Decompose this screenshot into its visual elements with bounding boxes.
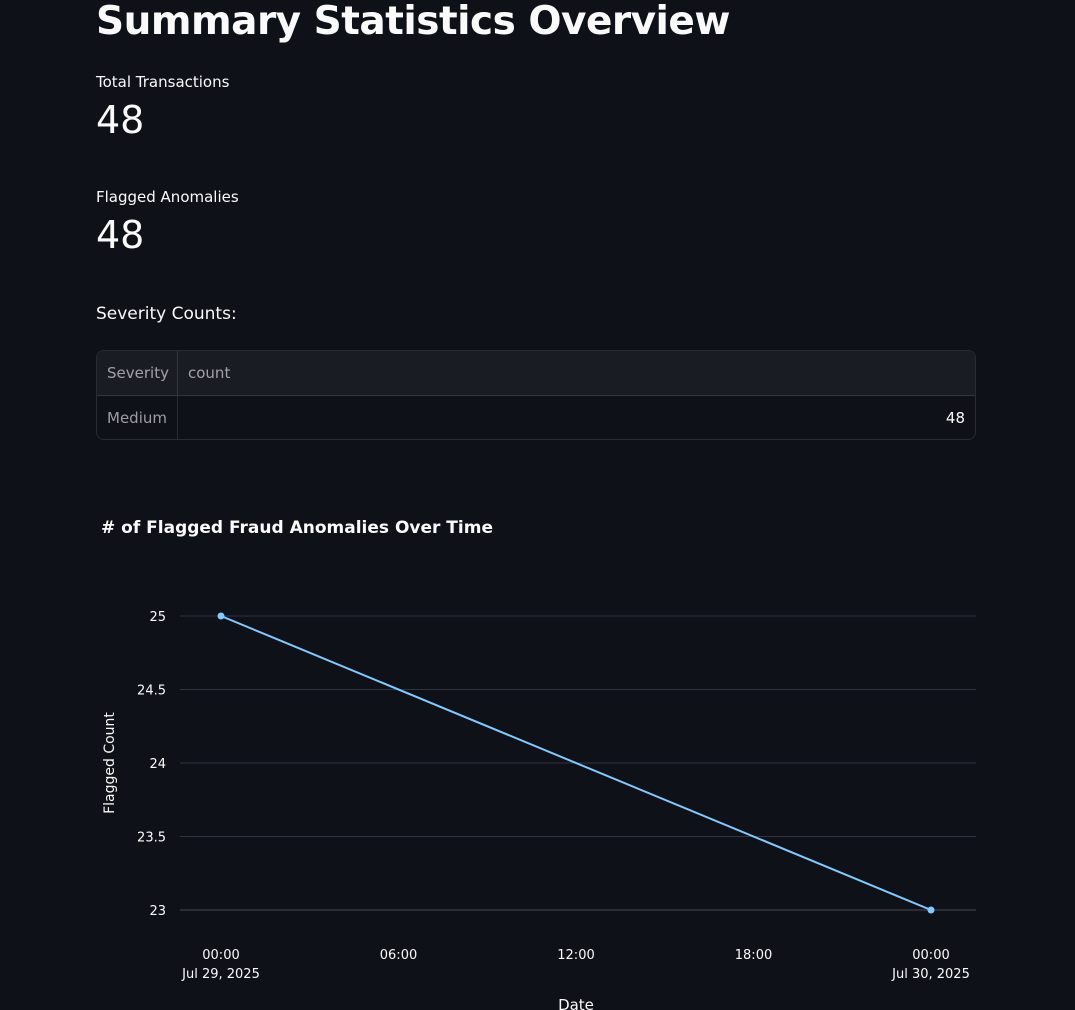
severity-counts-label: Severity Counts: (96, 304, 237, 324)
app-page: Summary Statistics Overview Total Transa… (0, 0, 1075, 1010)
flagged-anomalies-chart[interactable]: # of Flagged Fraud Anomalies Over Time 2… (96, 505, 996, 1010)
y-tick-label: 24.5 (137, 684, 166, 699)
y-tick-label: 24 (149, 757, 166, 772)
metric-total-transactions: Total Transactions 48 (96, 72, 229, 144)
y-tick-label: 25 (149, 610, 166, 625)
row-index-cell[interactable]: Medium (97, 396, 178, 439)
table-row: Medium 48 (97, 396, 975, 439)
table-header-row: Severity count (97, 351, 975, 396)
y-tick-label: 23 (149, 904, 166, 919)
severity-table[interactable]: Severity count Medium 48 (96, 350, 976, 440)
x-tick-date-label: Jul 30, 2025 (891, 967, 970, 982)
y-tick-label: 23.5 (137, 831, 166, 846)
y-axis-label: Flagged Count (102, 712, 118, 814)
x-tick-label: 18:00 (735, 948, 772, 963)
metric-flagged-anomalies: Flagged Anomalies 48 (96, 187, 239, 259)
x-axis-ticks: 00:00 Jul 29, 2025 06:00 12:00 18:00 00:00 Jul… (181, 948, 970, 982)
page-title: Summary Statistics Overview (96, 0, 730, 44)
index-header[interactable]: Severity (97, 351, 178, 395)
metric-label: Flagged Anomalies (96, 188, 239, 206)
x-tick-date-label: Jul 29, 2025 (181, 967, 260, 982)
x-tick-label: 06:00 (380, 948, 417, 963)
chart-title: # of Flagged Fraud Anomalies Over Time (101, 518, 493, 538)
metric-label: Total Transactions (96, 73, 230, 91)
x-axis-label: Date (558, 996, 594, 1010)
x-tick-label: 00:00 (202, 948, 239, 963)
x-tick-label: 12:00 (557, 948, 594, 963)
data-point (217, 612, 225, 620)
line-chart-svg[interactable]: # of Flagged Fraud Anomalies Over Time 2… (96, 505, 996, 1010)
metric-value: 48 (96, 98, 145, 142)
y-axis-ticks: 23 23.5 24 24.5 25 (137, 610, 166, 919)
data-point (927, 906, 935, 914)
x-tick-label: 00:00 (912, 948, 949, 963)
metric-value: 48 (96, 213, 145, 257)
column-header-count[interactable]: count (178, 351, 975, 395)
count-cell[interactable]: 48 (178, 396, 975, 439)
